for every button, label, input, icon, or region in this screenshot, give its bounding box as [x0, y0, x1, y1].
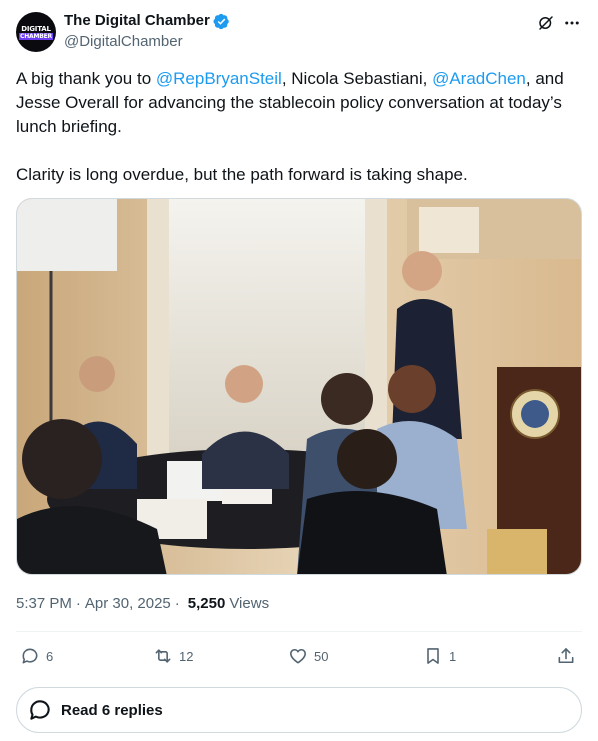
bookmark-icon: [427, 648, 439, 664]
action-bar: 6 12 50 1: [16, 641, 582, 671]
repost-button[interactable]: 12: [153, 641, 193, 671]
reply-icon: [22, 648, 38, 664]
views-count[interactable]: 5,250: [188, 594, 226, 614]
share-button[interactable]: [556, 641, 576, 671]
avatar-logo-line2: CHAMBER: [19, 32, 53, 40]
author-display-name[interactable]: The Digital Chamber: [64, 11, 210, 31]
tweet-photo[interactable]: [16, 198, 582, 575]
tweet-paragraph-1: A big thank you to @RepBryanSteil, Nicol…: [16, 67, 586, 139]
views-label[interactable]: Views: [229, 594, 269, 614]
like-button[interactable]: 50: [288, 641, 328, 671]
bookmark-button[interactable]: 1: [423, 641, 456, 671]
meta-separator: ·: [75, 595, 81, 612]
more-icon[interactable]: [562, 13, 582, 33]
tweet-date[interactable]: Apr 30, 2025: [85, 594, 171, 614]
mention-link[interactable]: @RepBryanSteil: [156, 69, 282, 88]
author-handle[interactable]: @DigitalChamber: [64, 32, 230, 52]
tweet-paragraph-2: Clarity is long overdue, but the path fo…: [16, 165, 468, 184]
tweet-text-part: , Nicola Sebastiani,: [281, 69, 433, 88]
divider: [16, 631, 582, 632]
author-display-name-row[interactable]: The Digital Chamber: [64, 11, 230, 31]
heart-icon: [290, 648, 306, 664]
share-icon: [558, 648, 574, 664]
tweet-text: A big thank you to @RepBryanSteil, Nicol…: [16, 67, 586, 187]
bookmark-count: 1: [449, 648, 457, 664]
repost-count: 12: [179, 648, 194, 664]
verified-badge-icon: [213, 13, 229, 29]
tweet-meta: 5:37 PM · Apr 30, 2025 · 5,250 Views: [16, 594, 269, 614]
meta-separator: ·: [174, 595, 180, 612]
grok-icon[interactable]: [536, 13, 556, 33]
tweet-text-part: A big thank you to: [16, 69, 156, 88]
avatar[interactable]: DIGITAL CHAMBER: [16, 12, 56, 52]
mention-link[interactable]: @AradChen: [432, 69, 526, 88]
author-names: The Digital Chamber @DigitalChamber: [64, 11, 230, 52]
read-replies-button[interactable]: Read 6 replies: [16, 687, 582, 733]
read-replies-label: Read 6 replies: [61, 701, 163, 719]
tweet-header: DIGITAL CHAMBER The Digital Chamber @Dig…: [16, 11, 582, 55]
reply-button[interactable]: 6: [20, 641, 53, 671]
tweet-time[interactable]: 5:37 PM: [16, 594, 72, 614]
like-count: 50: [314, 648, 329, 664]
repost-icon: [155, 649, 171, 663]
avatar-logo-line1: DIGITAL: [21, 24, 51, 33]
reply-bubble-icon: [30, 700, 50, 720]
briefing-photo-image: [17, 199, 581, 574]
reply-count: 6: [46, 648, 54, 664]
